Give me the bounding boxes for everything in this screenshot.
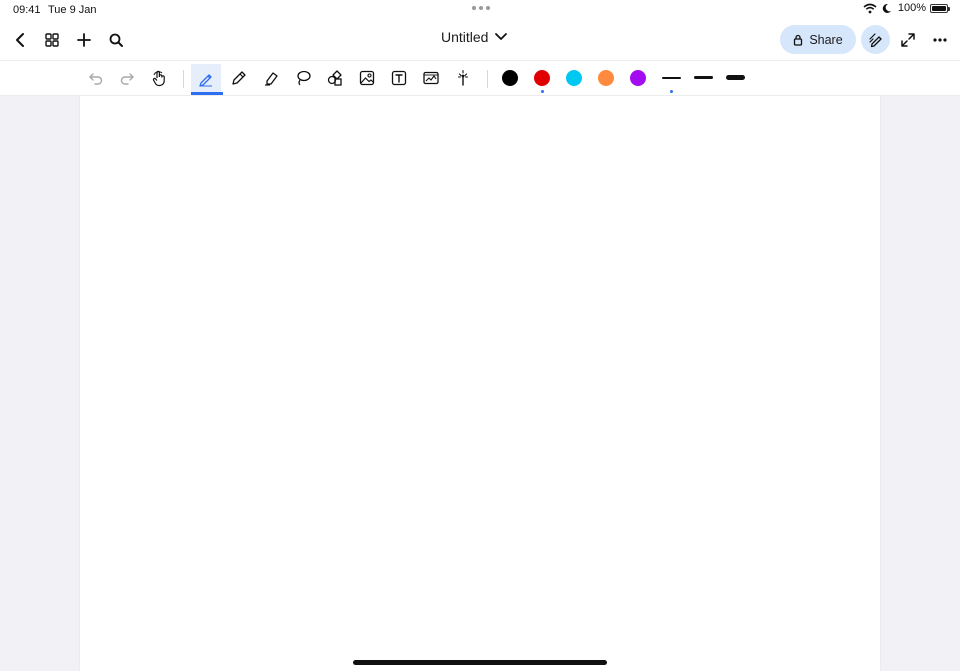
document-title: Untitled [441,29,489,45]
home-indicator [353,660,607,665]
drawing-page[interactable] [80,96,880,671]
chevron-down-icon [495,33,508,40]
sticker-icon [423,71,439,85]
shapes-tool[interactable] [320,64,350,92]
undo-button[interactable] [81,64,111,92]
grid-icon [45,33,59,47]
expand-icon [901,33,915,47]
undo-icon [89,73,103,85]
stroke-width-thin[interactable] [662,77,681,79]
status-time: 09:41 [13,4,41,16]
pencil-icon [232,71,246,85]
lock-icon [794,34,803,46]
color-swatch-orange[interactable] [598,70,614,86]
status-date: Tue 9 Jan [48,4,97,16]
wifi-icon [863,3,877,13]
pen-icon [199,74,212,87]
more-button[interactable] [927,27,953,53]
color-swatch-cyan[interactable] [566,70,582,86]
text-box-icon [391,70,407,86]
chevron-left-icon [16,33,24,47]
search-icon [109,33,123,47]
sticker-tool[interactable] [416,64,446,92]
laser-pointer-tool[interactable] [448,64,478,92]
lasso-tool[interactable] [288,64,318,92]
pen-tool[interactable] [191,64,223,95]
stroke-width-medium[interactable] [694,76,713,79]
pencil-lines-icon [868,32,882,47]
highlighter-tool[interactable] [256,64,286,92]
selected-stroke-indicator [670,90,673,93]
grid-view-button[interactable] [39,27,65,53]
search-button[interactable] [103,27,129,53]
redo-button[interactable] [112,64,142,92]
toolbar-divider [487,70,488,88]
fullscreen-button[interactable] [895,27,921,53]
drawing-toolbar [0,60,960,96]
title-menu[interactable]: Untitled [441,29,508,45]
image-tool[interactable] [352,64,382,92]
status-right: 100% [863,2,950,14]
hand-pointer-icon [152,70,165,87]
back-button[interactable] [7,27,33,53]
share-button[interactable]: Share [780,25,856,54]
image-icon [359,70,375,86]
pen-mode-button[interactable] [861,25,890,54]
pencil-tool[interactable] [224,64,254,92]
laser-pointer-icon [457,69,469,86]
ellipsis-icon [933,38,947,42]
stroke-width-thick[interactable] [726,75,745,80]
touch-draw-toggle[interactable] [144,64,174,92]
moon-icon [882,3,891,13]
battery-icon [930,3,950,13]
color-swatch-red[interactable] [534,70,550,86]
text-tool[interactable] [384,64,414,92]
selected-color-indicator [541,90,544,93]
nav-bar: Untitled Share [0,20,960,60]
share-label: Share [809,32,843,47]
plus-icon [77,33,91,47]
add-button[interactable] [71,27,97,53]
active-tool-indicator [191,92,223,95]
color-swatch-black[interactable] [502,70,518,86]
multitasking-dots-icon[interactable] [472,6,490,10]
toolbar-divider [183,70,184,88]
battery-percent: 100% [897,2,926,14]
shapes-icon [327,70,342,86]
lasso-icon [297,70,311,86]
color-swatch-purple[interactable] [630,70,646,86]
status-bar: 09:41 Tue 9 Jan 100% [0,0,960,20]
redo-icon [120,73,134,85]
highlighter-icon [265,72,278,86]
